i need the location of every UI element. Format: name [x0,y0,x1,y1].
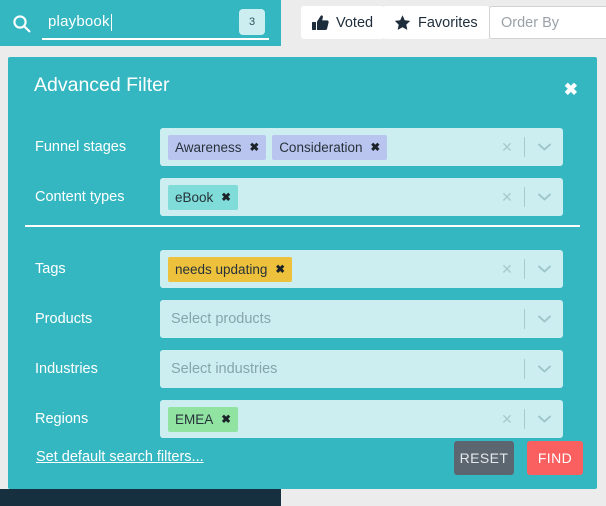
filter-chip[interactable]: EMEA ✖ [168,406,238,432]
reset-button[interactable]: RESET [454,441,514,475]
chevron-down-icon[interactable] [525,143,563,151]
filter-row: Regions EMEA ✖ ✕ [8,394,597,444]
chevron-down-icon[interactable] [525,315,563,323]
filter-row-label: Industries [35,361,98,377]
chevron-down-icon[interactable] [525,193,563,201]
close-icon[interactable]: ✖ [564,81,578,98]
field-tools: ✕ [490,400,563,438]
favorites-button-label: Favorites [418,14,478,31]
filter-chip[interactable]: Awareness ✖ [168,134,267,160]
panel-title: Advanced Filter [34,74,170,96]
search-result-count-badge: 3 [239,9,265,35]
filter-row: Industries Select industries [8,344,597,394]
filter-row: Products Select products [8,294,597,344]
search-bar: playbook 3 [0,0,281,46]
field-tools [490,350,563,388]
chevron-down-icon[interactable] [525,365,563,373]
filter-chip[interactable]: eBook ✖ [168,184,238,210]
app-root: playbook 3 Voted Favorites Order By Adva… [0,0,606,506]
filter-row-label: Tags [35,261,66,277]
filter-select-regions[interactable]: EMEA ✖ ✕ [160,400,563,438]
filter-select-tags[interactable]: needs updating ✖ ✕ [160,250,563,288]
panel-footer: Set default search filters... RESET FIND [8,441,597,475]
bottom-dark-strip [0,489,281,506]
row-gap [8,222,597,244]
search-icon[interactable] [0,0,42,46]
filter-row-label: Regions [35,411,89,427]
search-input[interactable]: playbook 3 [42,6,269,40]
order-by-placeholder: Order By [501,14,560,31]
bottom-light-strip [281,489,606,506]
filter-placeholder: Select products [171,311,271,327]
advanced-filter-panel: Advanced Filter ✖ Funnel stages Awareness… [8,57,597,489]
filter-select-content-types[interactable]: eBook ✖ ✕ [160,178,563,216]
filter-row: Tags needs updating ✖ ✕ [8,244,597,294]
star-icon [394,14,411,31]
voted-button[interactable]: Voted [301,6,385,39]
chevron-down-icon[interactable] [525,415,563,423]
clear-selection-icon[interactable]: ✕ [490,411,524,428]
chip-remove-icon[interactable]: ✖ [221,190,231,204]
field-tools: ✕ [490,178,563,216]
order-by-select[interactable]: Order By [489,6,606,39]
clear-selection-icon[interactable]: ✕ [490,261,524,278]
filter-row-label: Funnel stages [35,139,127,155]
chip-remove-icon[interactable]: ✖ [371,140,381,154]
filter-chip-label: Awareness [175,139,242,155]
field-tools [490,300,563,338]
top-toolbar: playbook 3 Voted Favorites Order By [0,0,606,46]
chip-remove-icon[interactable]: ✖ [275,262,285,276]
clear-selection-icon[interactable]: ✕ [490,139,524,156]
thumbs-up-icon [312,14,329,31]
clear-selection-icon[interactable]: ✕ [490,189,524,206]
filter-row: Funnel stages Awareness ✖ Consideration ✖ ✕ [8,122,597,172]
filter-row: Content types eBook ✖ ✕ [8,172,597,222]
filter-placeholder: Select industries [171,361,278,377]
filter-chip-label: eBook [175,189,214,205]
chip-remove-icon[interactable]: ✖ [250,140,260,154]
field-tools: ✕ [490,250,563,288]
filter-select-funnel-stages[interactable]: Awareness ✖ Consideration ✖ ✕ [160,128,563,166]
filter-chip[interactable]: Consideration ✖ [272,134,388,160]
filter-select-industries[interactable]: Select industries [160,350,563,388]
find-button[interactable]: FIND [527,441,583,475]
filter-select-products[interactable]: Select products [160,300,563,338]
voted-button-label: Voted [336,14,374,31]
chevron-down-icon[interactable] [525,265,563,273]
text-caret [110,13,112,31]
filter-rows: Funnel stages Awareness ✖ Consideration ✖ ✕ Co… [8,122,597,444]
filter-row-label: Content types [35,189,125,205]
set-default-filters-link[interactable]: Set default search filters... [36,449,204,465]
filter-chip-label: needs updating [175,261,268,277]
filter-chip-label: Consideration [279,139,363,155]
chip-remove-icon[interactable]: ✖ [221,412,231,426]
filter-row-label: Products [35,311,93,327]
favorites-button[interactable]: Favorites [383,6,489,39]
filter-chip-label: EMEA [175,411,214,427]
filter-chip[interactable]: needs updating ✖ [168,256,292,282]
field-tools: ✕ [490,128,563,166]
search-input-value: playbook [48,13,110,31]
